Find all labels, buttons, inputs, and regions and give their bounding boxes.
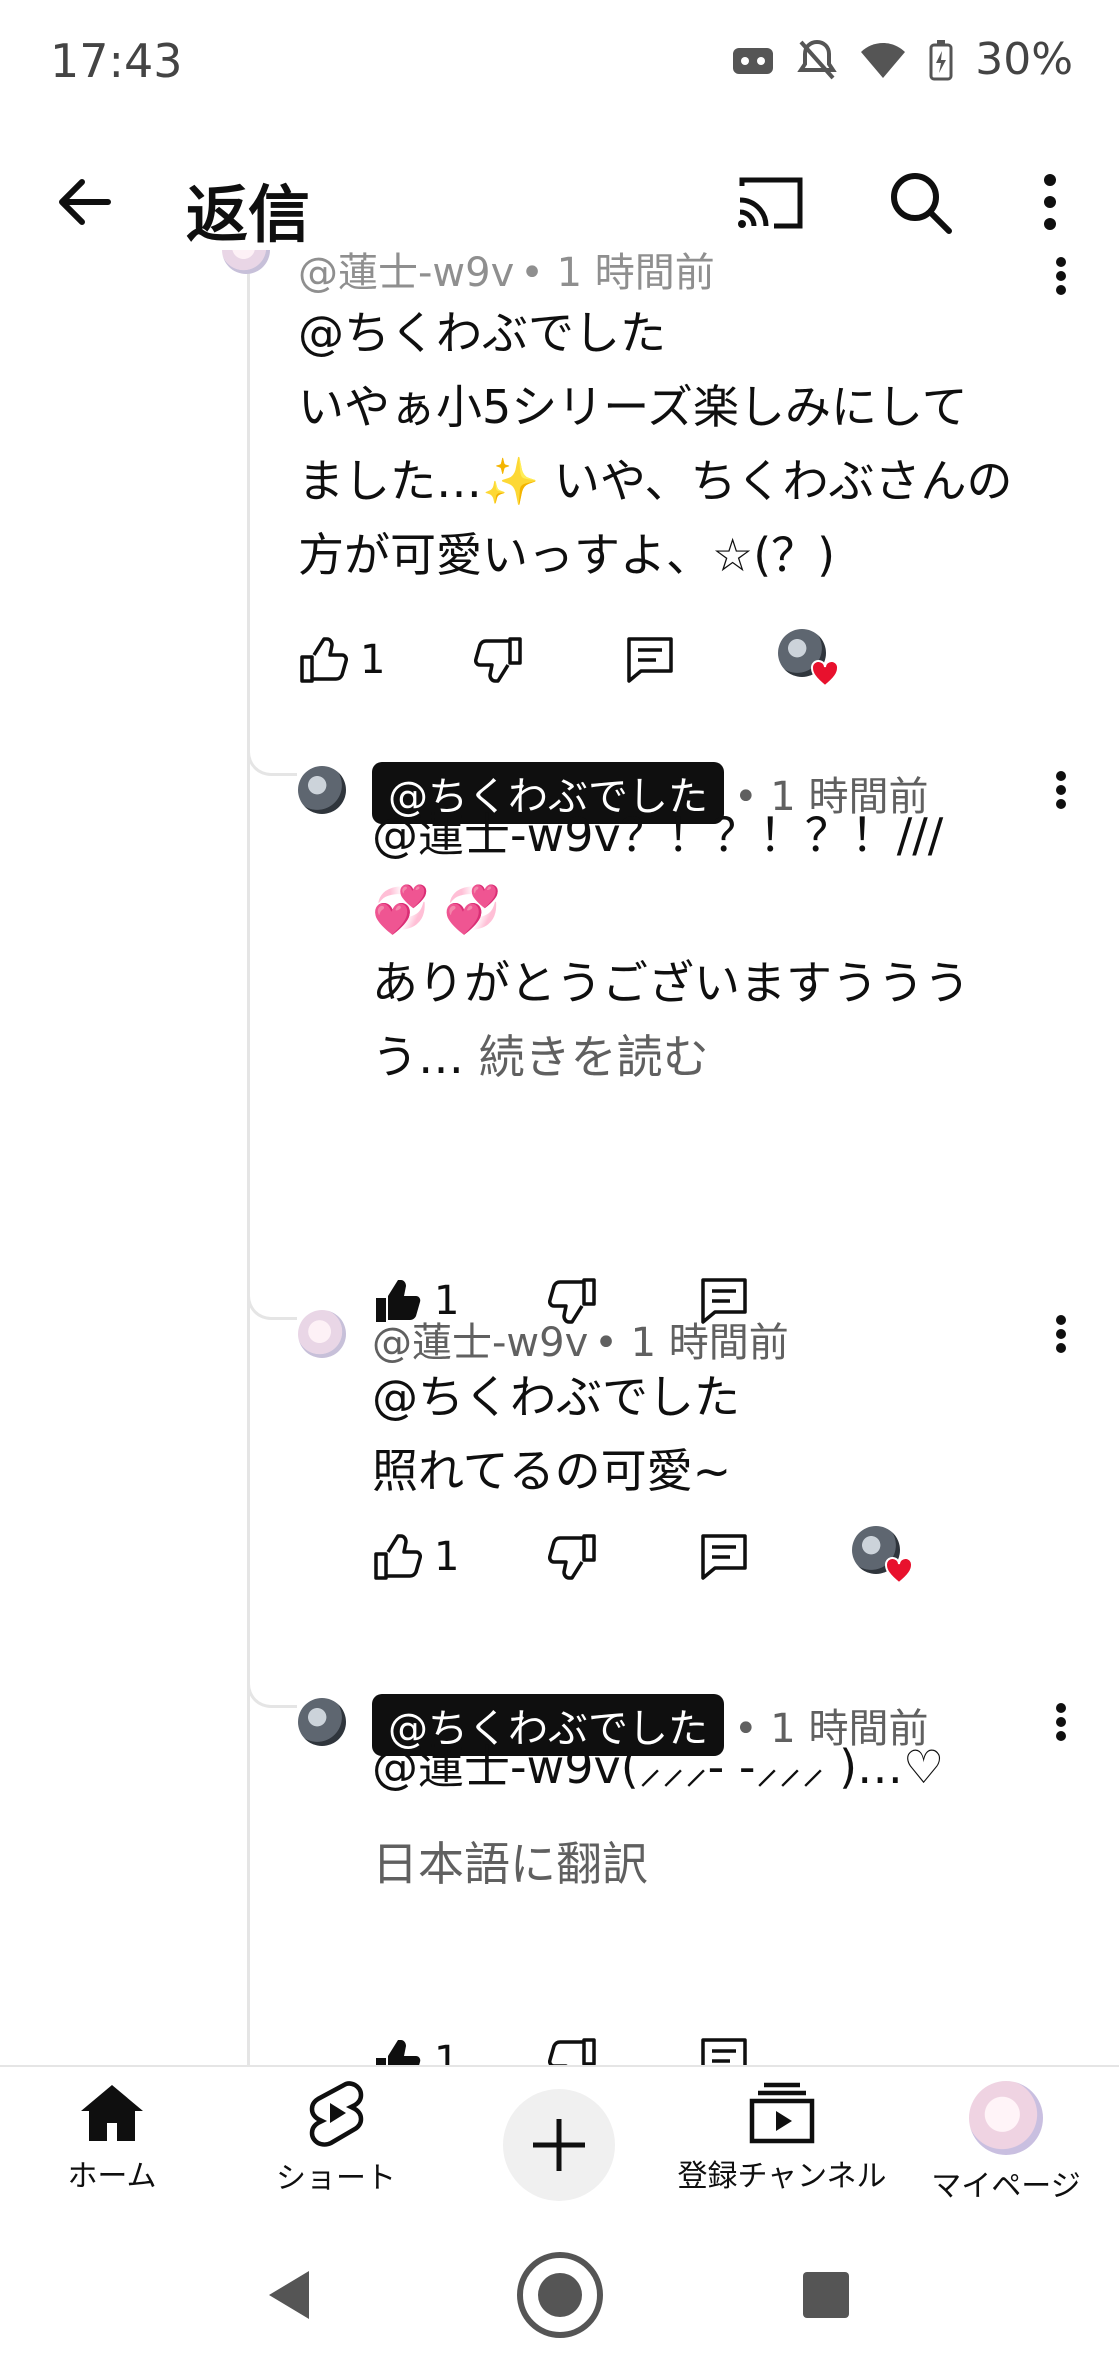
comment-actions: 1	[372, 2026, 1072, 2065]
creator-heart	[852, 1526, 913, 1585]
search-icon	[891, 173, 952, 234]
dislike-button[interactable]	[548, 1522, 598, 1592]
gamepad-icon	[731, 40, 775, 80]
nav-subscriptions[interactable]: 登録チャンネル	[677, 2081, 887, 2195]
more-vert-icon	[1044, 174, 1056, 230]
like-button[interactable]: 1	[298, 625, 385, 695]
heart-icon	[811, 660, 839, 688]
thumb-down-icon	[548, 1534, 596, 1580]
comment-icon	[701, 1534, 747, 1580]
like-count: 1	[434, 1534, 460, 1580]
dislike-button[interactable]	[548, 2026, 598, 2065]
plus-icon	[533, 2119, 585, 2171]
triangle-back-icon	[269, 2271, 309, 2319]
subscriptions-icon	[749, 2082, 815, 2144]
reply-button[interactable]	[697, 1522, 751, 1592]
system-recents-button[interactable]	[776, 2245, 876, 2345]
battery-level: 30%	[975, 34, 1073, 85]
more-vert-icon	[1056, 257, 1066, 295]
read-more-link[interactable]: 続きを読む	[479, 1030, 709, 1084]
notifications-off-icon	[797, 38, 837, 82]
cast-icon	[738, 177, 803, 229]
comment-text: @ちくわぶでした 照れてるの可愛~	[372, 1370, 740, 1498]
more-options-button[interactable]	[1010, 162, 1090, 242]
my-avatar	[969, 2081, 1043, 2155]
comment-text: @ちくわぶでした いやぁ小5シリーズ楽しみにして ました…✨ いや、ちくわぶさん…	[298, 306, 1013, 582]
avatar[interactable]	[298, 766, 346, 814]
dislike-button[interactable]	[474, 625, 524, 695]
thread-connector	[247, 742, 297, 776]
reply-button[interactable]	[623, 625, 677, 695]
arrow-back-icon	[59, 179, 111, 225]
thumb-up-icon	[374, 1534, 422, 1580]
app-bar: 返信	[0, 150, 1119, 251]
bottom-navigation: ホーム ショート 登録チャンネル マイページ	[0, 2065, 1119, 2215]
wifi-icon	[859, 40, 907, 80]
comment-meta: @蓮士-w9v • 1 時間前	[298, 250, 715, 298]
nav-subscriptions-label: 登録チャンネル	[677, 2159, 887, 2194]
comment-more-button[interactable]	[1039, 1304, 1083, 1364]
thread-connector	[247, 1674, 297, 1708]
comment-author[interactable]: @蓮士-w9v	[298, 250, 514, 298]
system-back-button[interactable]	[238, 2245, 338, 2345]
comment-time: • 1 時間前	[520, 250, 715, 296]
shorts-icon	[309, 2081, 364, 2147]
avatar[interactable]	[222, 250, 270, 274]
thread-connector	[247, 1286, 297, 1320]
comment-text: @蓮士-w9v？！？！？！/// 💞 💞 ありがとうございますううう う… 続き…	[372, 798, 1072, 1094]
nav-mypage[interactable]: マイページ	[906, 2081, 1106, 2205]
reply-thread[interactable]: @蓮士-w9v • 1 時間前 @ちくわぶでした いやぁ小5シリーズ楽しみにして…	[0, 250, 1119, 2065]
avatar[interactable]	[298, 1310, 346, 1358]
comment-actions: 1	[298, 625, 1078, 695]
circle-home-icon	[517, 2252, 603, 2338]
nav-shorts-label: ショート	[276, 2161, 396, 2196]
thumb-up-icon	[300, 637, 348, 683]
avatar[interactable]	[298, 1698, 346, 1746]
like-count: 1	[360, 637, 386, 683]
page-title: 返信	[186, 178, 311, 251]
system-navigation-bar	[0, 2215, 1119, 2364]
nav-home[interactable]: ホーム	[12, 2081, 212, 2195]
nav-shorts[interactable]: ショート	[236, 2081, 436, 2197]
thumb-down-icon	[474, 637, 522, 683]
like-button-active[interactable]: 1	[372, 2026, 459, 2065]
cast-button[interactable]	[730, 162, 810, 242]
battery-icon	[929, 39, 953, 81]
search-button[interactable]	[880, 162, 960, 242]
system-home-button[interactable]	[510, 2245, 610, 2345]
translate-link[interactable]: 日本語に翻訳	[372, 1828, 648, 1894]
like-button[interactable]: 1	[372, 1522, 459, 1592]
status-icons: 30%	[731, 34, 1073, 85]
like-count: 1	[434, 2038, 460, 2065]
reply-button[interactable]	[697, 2026, 751, 2065]
status-time: 17:43	[50, 34, 183, 88]
comment-icon	[701, 2038, 747, 2065]
thumb-down-icon	[548, 2038, 596, 2065]
comment-icon	[627, 637, 673, 683]
creator-heart	[778, 629, 839, 688]
create-button[interactable]	[503, 2089, 615, 2201]
heart-icon	[885, 1557, 913, 1585]
nav-home-label: ホーム	[67, 2159, 157, 2194]
home-icon	[81, 2085, 143, 2141]
square-recents-icon	[803, 2272, 849, 2318]
status-bar: 17:43 30%	[0, 0, 1119, 130]
more-vert-icon	[1056, 1315, 1066, 1353]
thread-line	[247, 250, 250, 2065]
back-button[interactable]	[44, 162, 124, 242]
thumb-up-filled-icon	[376, 2040, 421, 2065]
comment-text: @蓮士-w9v(⸝⸝⸝- -⸝⸝⸝ )…♡	[372, 1740, 945, 1794]
comment-actions: 1	[372, 1522, 1072, 1592]
nav-mypage-label: マイページ	[931, 2169, 1081, 2204]
